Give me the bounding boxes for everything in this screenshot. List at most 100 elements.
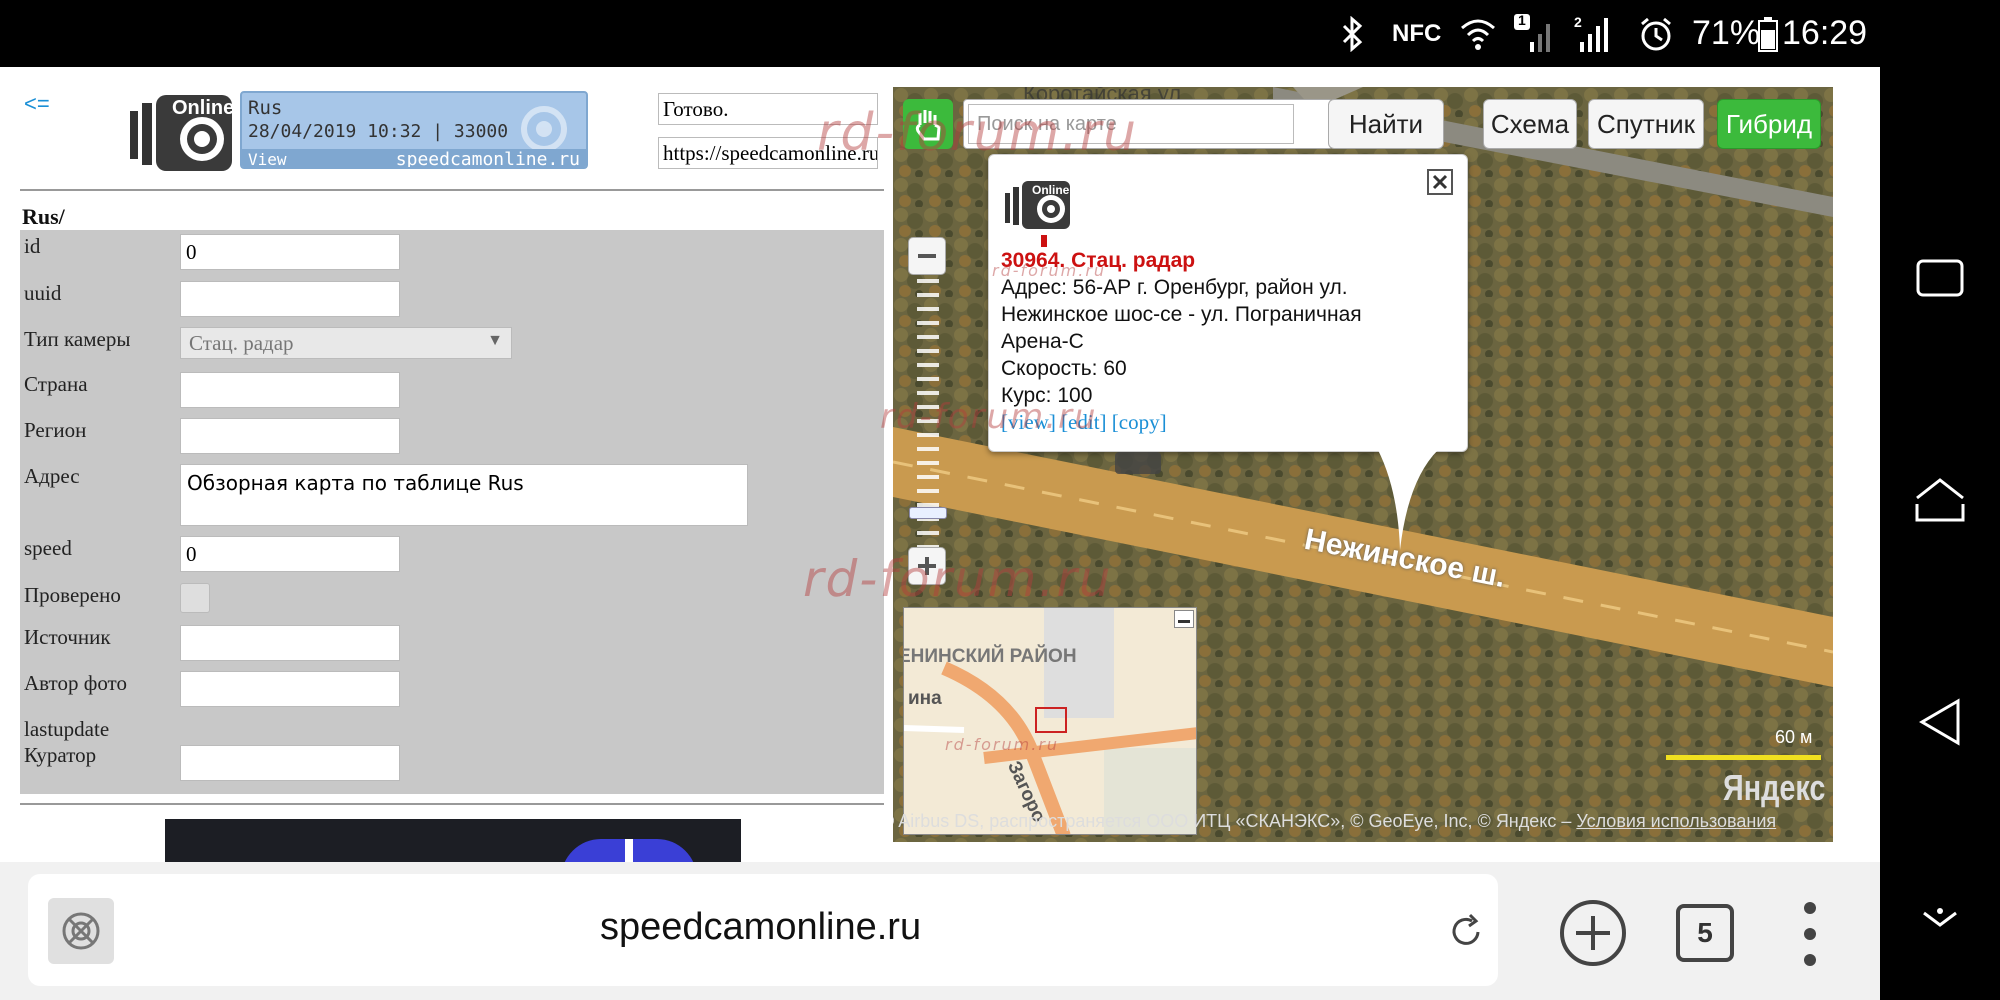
popup-view-link[interactable]: [view] (1001, 410, 1056, 434)
uuid-input[interactable] (180, 281, 400, 317)
mode-hybrid-button[interactable]: Гибрид (1717, 99, 1821, 149)
address-bar[interactable]: speedcamonline.ru (28, 874, 1498, 986)
banner-footer: View speedcamonline.ru (242, 149, 586, 167)
copyright-text: © Airbus DS, распространяется ООО ИТЦ «С… (893, 811, 1572, 831)
hide-nav-button[interactable] (1880, 880, 2000, 960)
label-speed: speed (24, 536, 72, 560)
scale-label: 60 м (1775, 727, 1813, 747)
zoom-in-button[interactable] (908, 547, 946, 585)
search-button[interactable]: Найти (1328, 99, 1444, 149)
label-address: Адрес (24, 464, 80, 488)
overview-minimap[interactable]: ЕНИНСКИЙ РАЙОН ина Загоро (903, 607, 1197, 835)
label-region: Регион (24, 418, 87, 442)
map-copyright: © Airbus DS, распространяется ООО ИТЦ «С… (893, 811, 1776, 832)
camera-photo[interactable] (165, 819, 741, 862)
yandex-brand: Яндекс (1723, 767, 1826, 808)
label-camera-type: Тип камеры (24, 327, 131, 351)
drag-tool-button[interactable] (903, 99, 953, 149)
minimap-collapse-button[interactable] (1174, 610, 1194, 628)
id-input[interactable]: 0 (180, 234, 400, 270)
menu-dot-icon (1804, 902, 1816, 914)
home-button[interactable] (1880, 460, 2000, 540)
popup-address-1: Адрес: 56-АР г. Оренбург, район ул. (1001, 276, 1348, 299)
label-lastupdate: lastupdate (24, 717, 110, 741)
country-input[interactable] (180, 372, 400, 408)
address-url[interactable]: speedcamonline.ru (600, 906, 921, 949)
popup-logo: Online (1005, 179, 1071, 231)
search-placeholder: Поиск на карте (977, 113, 1117, 135)
address-textarea[interactable]: Обзорная карта по таблице Rus (180, 464, 748, 526)
popup-edit-link[interactable]: [edit] (1061, 410, 1106, 434)
popup-course: Курс: 100 (1001, 384, 1093, 407)
navigation-bar (1880, 0, 2000, 1000)
blocked-icon (62, 912, 100, 950)
web-page: <= Online Rus 28/04/2019 10:32 | 33000 V… (0, 67, 1880, 862)
mode-scheme-button[interactable]: Схема (1483, 99, 1577, 149)
status-box: Готово. (658, 93, 878, 125)
popup-logo-word: Online (1032, 183, 1070, 197)
chevron-down-icon: ▼ (487, 332, 503, 349)
photo-stripe (625, 839, 633, 862)
menu-dot-icon (1804, 954, 1816, 966)
new-tab-button[interactable] (1556, 896, 1630, 970)
terms-link[interactable]: Условия использования (1576, 811, 1776, 831)
recents-button[interactable] (1880, 238, 2000, 318)
site-logo[interactable]: Online (128, 89, 234, 173)
popup-links: [view] [edit] [copy] (1001, 410, 1167, 435)
popup-marker-stub (1041, 235, 1047, 247)
camera-type-value: Стац. радар (189, 331, 294, 355)
back-link[interactable]: <= (24, 91, 50, 117)
search-input[interactable]: Поиск на карте (968, 104, 1294, 144)
reload-icon (1452, 913, 1480, 945)
label-verified: Проверено (24, 583, 121, 607)
mode-satellite-button[interactable]: Спутник (1588, 99, 1704, 149)
banner-country: Rus (248, 97, 283, 119)
speed-input[interactable]: 0 (180, 536, 400, 572)
label-source: Источник (24, 625, 111, 649)
camera-popup: Online 30964. Стац. радар Адрес: 56-АР г… (988, 154, 1468, 452)
popup-address-3: Арена-С (1001, 330, 1084, 353)
divider (20, 189, 884, 191)
back-button[interactable] (1880, 682, 2000, 762)
curator-input[interactable] (180, 745, 400, 781)
camera-type-select[interactable]: Стац. радар ▼ (180, 327, 512, 359)
source-input[interactable] (180, 625, 400, 661)
menu-dot-icon (1804, 928, 1816, 940)
photo-author-input[interactable] (180, 671, 400, 707)
zoom-out-button[interactable] (908, 237, 946, 275)
nfc-icon: NFC (1392, 19, 1442, 47)
minimap-district: ЕНИНСКИЙ РАЙОН (903, 646, 1077, 667)
reload-button[interactable] (1438, 904, 1494, 960)
browser-toolbar: rd-forum.ru speedcamonline.ru 5 (0, 862, 1880, 1000)
wifi-icon (1458, 0, 1498, 67)
popup-copy-link[interactable]: [copy] (1112, 410, 1167, 434)
verified-checkbox[interactable] (180, 583, 210, 613)
popup-close-button[interactable] (1427, 169, 1453, 195)
camera-form: id 0 uuid Тип камеры Стац. радар ▼ Стран… (20, 230, 884, 794)
section-title: Rus/ (22, 204, 65, 229)
hand-icon (915, 110, 941, 141)
info-banner[interactable]: Rus 28/04/2019 10:32 | 33000 View speedc… (240, 91, 588, 169)
divider-bottom (20, 803, 884, 805)
site-info-button[interactable] (48, 898, 114, 964)
camera-marker[interactable] (1115, 452, 1161, 474)
minimap-graphic (904, 608, 1196, 834)
popup-address-2: Нежинское шос-се - ул. Пограничная (1001, 303, 1362, 326)
sim1-label: 1 (1518, 12, 1526, 28)
status-text: Готово. (663, 97, 729, 121)
label-photo-author: Автор фото (24, 671, 127, 695)
tabs-button[interactable]: 5 (1676, 904, 1734, 962)
search-box[interactable]: Поиск на карте (963, 99, 1333, 149)
minimize-icon (1178, 620, 1190, 623)
yandex-map[interactable]: Коротайская ул Нежинское ш. Поиск на кар… (893, 87, 1833, 842)
menu-button[interactable] (1790, 902, 1830, 966)
label-curator: Куратор (24, 743, 97, 767)
region-input[interactable] (180, 418, 400, 454)
clock: 16:29 (1782, 14, 1868, 52)
banner-date: 28/04/2019 10:32 | 33000 (248, 121, 509, 142)
signal-icon-2: 2 (1572, 0, 1616, 67)
zoom-thumb[interactable] (909, 507, 947, 519)
minus-icon (918, 254, 936, 258)
close-icon (1432, 174, 1448, 190)
zoom-track[interactable] (917, 279, 939, 577)
